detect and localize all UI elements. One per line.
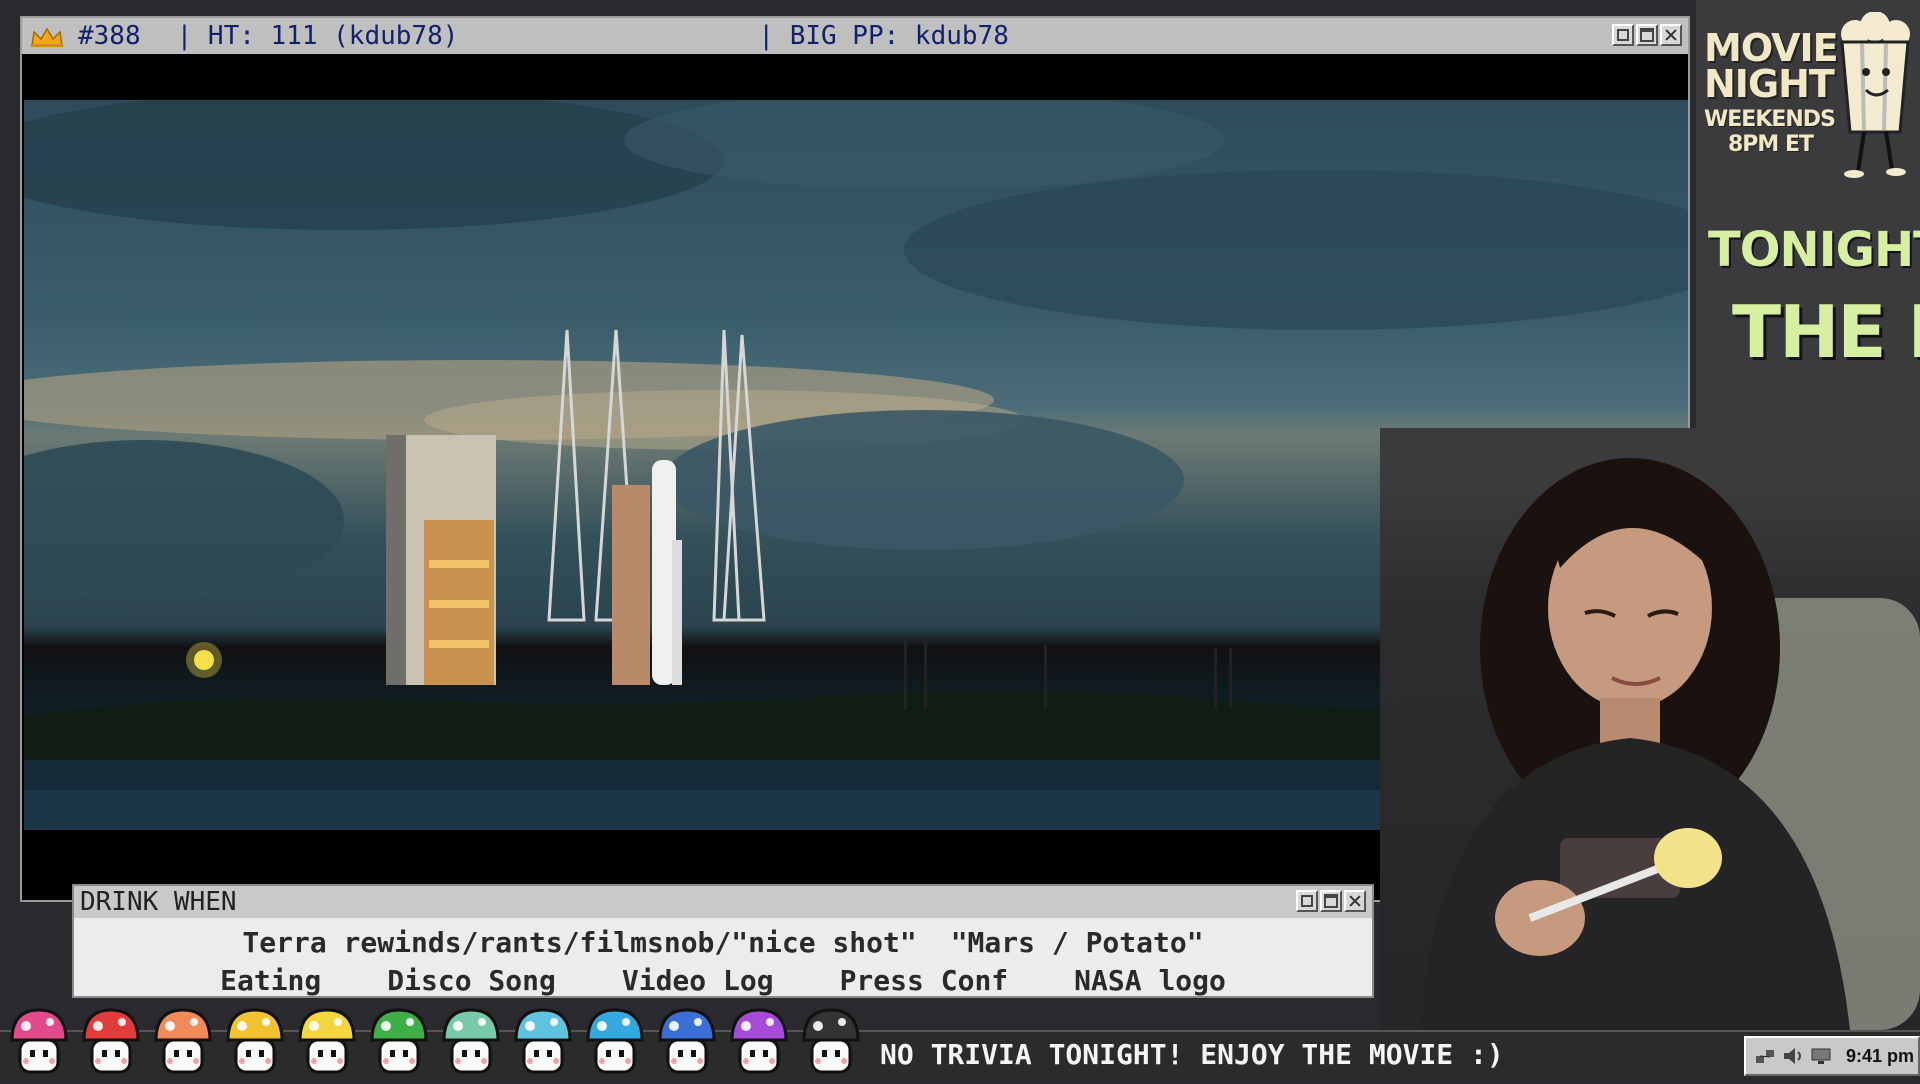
drink-rule: Eating [220, 964, 322, 997]
popcorn-mascot-icon [1840, 12, 1910, 178]
drink-rule: Video Log [621, 964, 774, 997]
movie-night-logo: MOVIE NIGHT WEEKENDS 8PM ET [1704, 26, 1839, 158]
taskbar: NO TRIVIA TONIGHT! ENJOY THE MOVIE :) 9:… [0, 1008, 1920, 1080]
window-controls [1612, 24, 1682, 46]
streamer-silhouette [1420, 458, 1920, 1030]
minimize-icon[interactable] [1612, 24, 1634, 46]
tonight-movie-title: THE M [1732, 290, 1920, 374]
drink-when-window: DRINK WHEN Terra rewinds/rants/filmsnob/… [72, 884, 1374, 998]
logo-line-weekends: WEEKENDS [1704, 107, 1836, 133]
logo-line-night: NIGHT [1704, 62, 1835, 107]
video-window-titlebar[interactable]: #388 | HT: 111 (kdub78) | BIG PP: kdub78 [22, 18, 1688, 54]
drink-rule: NASA logo [1074, 964, 1226, 997]
mushroom-emote-icon [654, 1006, 720, 1080]
mushroom-emote-icon [438, 1006, 504, 1080]
crown-icon [30, 25, 64, 47]
ticker-message: NO TRIVIA TONIGHT! ENJOY THE MOVIE :) [880, 1038, 1504, 1071]
webcam-feed [1380, 428, 1920, 1030]
mushroom-emote-icon [798, 1006, 864, 1080]
drink-rule: "Mars / Potato" [950, 926, 1204, 959]
close-icon[interactable] [1344, 890, 1366, 912]
system-tray: 9:41 pm [1744, 1036, 1920, 1076]
drink-rule: Press Conf [839, 964, 1009, 997]
episode-number: #388 [78, 21, 141, 51]
mushroom-emote-icon [582, 1006, 648, 1080]
drink-rule-row: Eating Disco Song Video Log Press Conf N… [74, 964, 1372, 997]
drink-rule: Disco Song [387, 964, 556, 997]
mushroom-emote-icon [222, 1006, 288, 1080]
speaker-icon[interactable] [1782, 1046, 1804, 1066]
drink-when-rules: Terra rewinds/rants/filmsnob/"nice shot"… [74, 920, 1372, 997]
drink-rule: Terra rewinds/rants/filmsnob/"nice shot" [242, 926, 917, 959]
big-pp-label: | BIG PP: kdub78 [758, 21, 1009, 51]
logo-line-movie: MOVIE [1704, 26, 1839, 70]
mushroom-emote-icon [150, 1006, 216, 1080]
mushroom-emote-icon [726, 1006, 792, 1080]
mushroom-emote-icon [510, 1006, 576, 1080]
maximize-icon[interactable] [1320, 890, 1342, 912]
mushroom-emote-icon [6, 1006, 72, 1080]
logo-line-time: 8PM ET [1728, 132, 1814, 158]
drink-rule-row: Terra rewinds/rants/filmsnob/"nice shot"… [74, 926, 1372, 959]
mushroom-emote-icon [366, 1006, 432, 1080]
drink-when-titlebar[interactable]: DRINK WHEN [74, 886, 1372, 918]
minimize-icon[interactable] [1296, 890, 1318, 912]
monitor-icon[interactable] [1810, 1046, 1832, 1066]
clock: 9:41 pm [1846, 1045, 1915, 1066]
high-tip-label: | HT: 111 (kdub78) [176, 21, 459, 51]
tonight-label: TONIGHT: [1708, 222, 1920, 278]
maximize-icon[interactable] [1636, 24, 1658, 46]
drink-window-controls [1296, 890, 1366, 912]
mushroom-emote-icon [78, 1006, 144, 1080]
drink-when-title: DRINK WHEN [80, 887, 237, 917]
mushroom-emote-row [6, 1006, 864, 1080]
mushroom-emote-icon [294, 1006, 360, 1080]
network-icon[interactable] [1754, 1046, 1776, 1066]
close-icon[interactable] [1660, 24, 1682, 46]
